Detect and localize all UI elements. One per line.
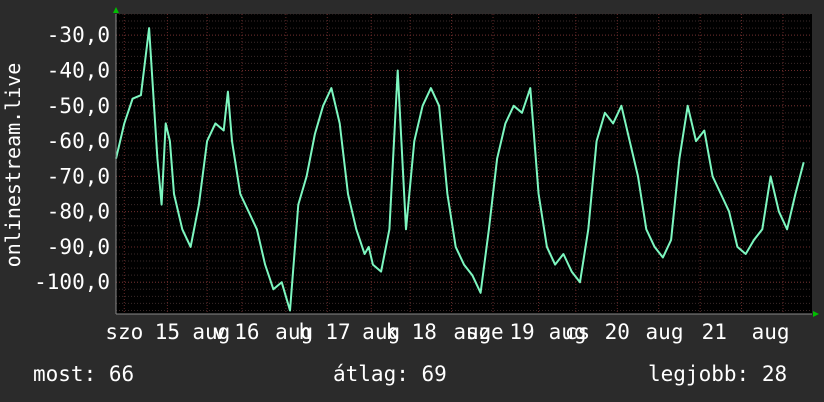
- stat-current-label: most:: [33, 362, 97, 386]
- y-tick-label: -60,0: [47, 129, 110, 153]
- x-tick-label: aug: [752, 320, 790, 344]
- x-tick-label: 17: [325, 320, 350, 344]
- y-tick-label: -30,0: [47, 23, 110, 47]
- plot-area: [116, 14, 812, 314]
- stat-average-value: 69: [421, 362, 447, 386]
- stat-best: legjobb: 28: [648, 362, 787, 386]
- stat-best-label: legjobb:: [648, 362, 750, 386]
- y-axis-arrow: [113, 7, 119, 13]
- x-tick-label: aug: [646, 320, 684, 344]
- stat-average: átlag: 69: [333, 362, 447, 386]
- y-tick-label: -50,0: [47, 94, 110, 118]
- y-axis-label: onlinestream.live: [1, 63, 25, 268]
- y-tick-label: -90,0: [47, 235, 110, 259]
- x-axis-arrow: [813, 311, 819, 317]
- stat-current-value: 66: [108, 362, 135, 386]
- x-tick-label: szo: [105, 320, 143, 344]
- x-tick-label: 21: [702, 320, 727, 344]
- x-tick-label: 20: [605, 320, 630, 344]
- x-tick-label: v: [213, 320, 226, 344]
- stat-current: most: 66: [33, 362, 134, 386]
- x-tick-label: 18: [412, 320, 437, 344]
- x-tick-label: 19: [509, 320, 534, 344]
- y-tick-label: -80,0: [47, 200, 110, 224]
- x-tick-label: 15: [155, 320, 180, 344]
- x-tick-label: k: [386, 320, 399, 344]
- y-tick-label: -40,0: [47, 58, 110, 82]
- chart: -30,0 -40,0 -50,0 -60,0 -70,0 -80,0 -90,0 -100,…: [1, 7, 819, 344]
- y-tick-label: -70,0: [47, 164, 110, 188]
- x-tick-label: h: [299, 320, 312, 344]
- x-tick-label: 16: [234, 320, 259, 344]
- stat-average-label: átlag:: [333, 362, 409, 386]
- x-tick-label: sze: [466, 320, 504, 344]
- y-tick-label: -100,0: [34, 270, 110, 294]
- stat-best-value: 28: [761, 362, 788, 386]
- x-tick-labels: szo 15 augv 16 augh 17 augk 18 augsze 19 augcs 20 au…: [105, 320, 789, 344]
- x-tick-label: cs: [565, 320, 590, 344]
- y-tick-labels: -30,0 -40,0 -50,0 -60,0 -70,0 -80,0 -90,0 -100,…: [34, 23, 110, 294]
